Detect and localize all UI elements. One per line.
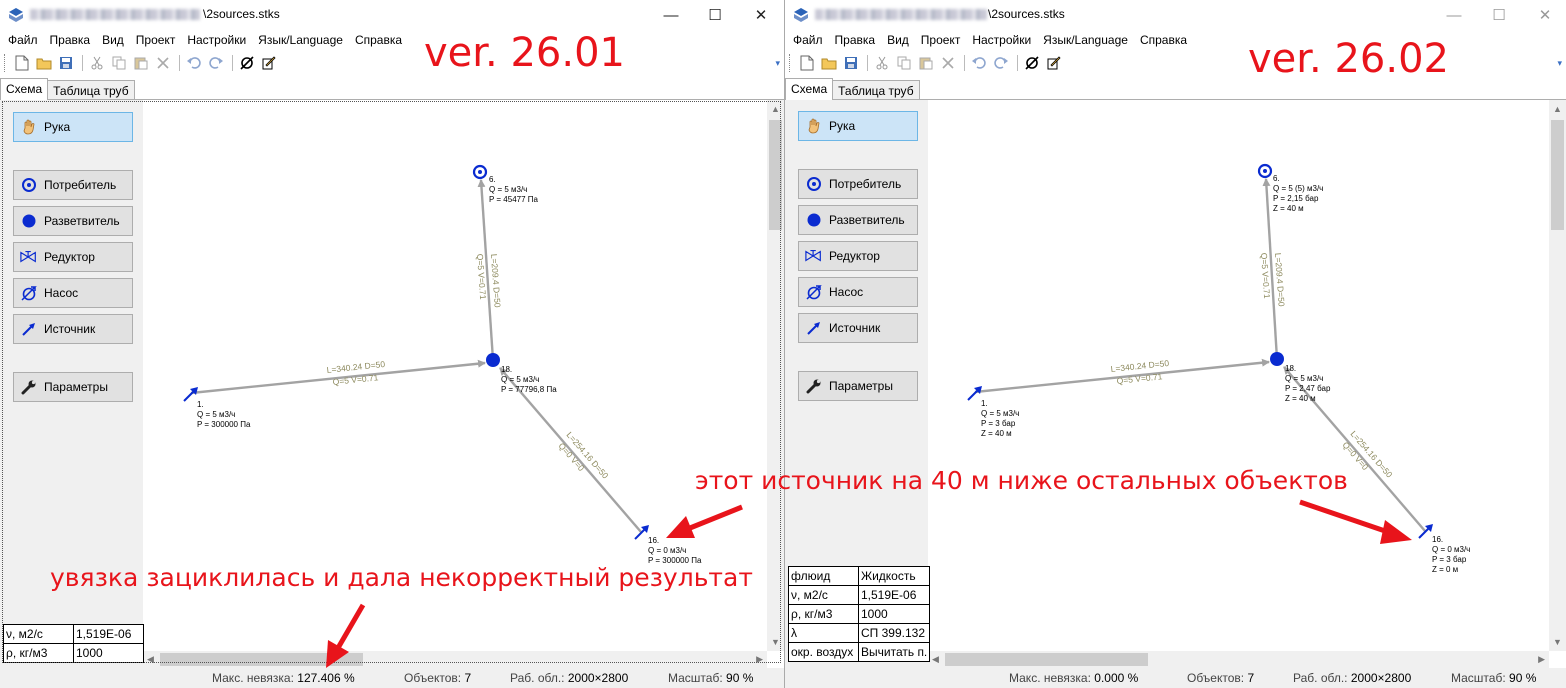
red-arrow-icon: [1299, 499, 1412, 544]
tab-scheme[interactable]: Схема: [785, 78, 834, 100]
red-arrow-icon: [326, 603, 366, 668]
red-arrow-icon: [666, 504, 743, 538]
tab-scheme[interactable]: Схема: [0, 78, 49, 100]
annotation-arrows: [326, 499, 1412, 668]
